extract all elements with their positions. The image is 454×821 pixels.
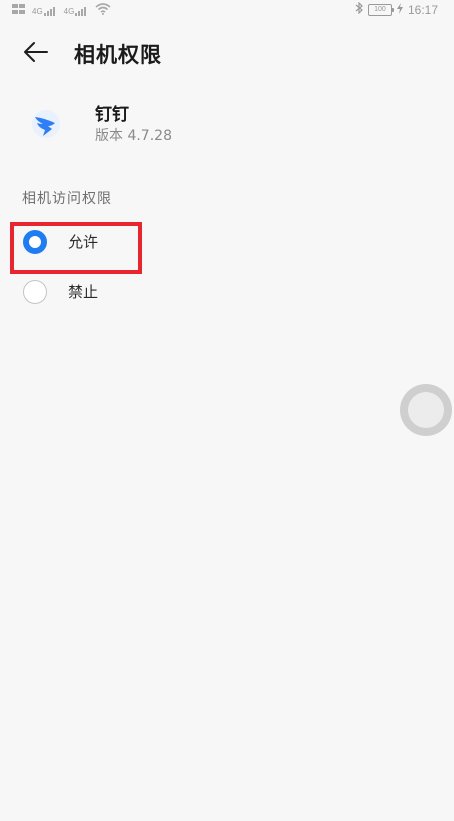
signal-icon-2: 4G <box>64 6 90 16</box>
back-button[interactable] <box>20 38 52 70</box>
page-title: 相机权限 <box>74 43 162 67</box>
status-time: 16:17 <box>407 2 438 17</box>
app-name: 钉钉 <box>95 105 129 125</box>
section-title: 相机访问权限 <box>22 191 112 207</box>
sim-icon <box>12 3 26 18</box>
status-bar: 4G 4G 100 16:17 <box>0 0 454 22</box>
app-info: 钉钉 版本 4.7.28 <box>0 94 454 154</box>
option-deny-label: 禁止 <box>68 283 99 301</box>
floating-ball[interactable] <box>400 384 452 436</box>
floating-ball-inner <box>408 392 444 428</box>
signal-label-2: 4G <box>63 6 75 16</box>
charging-icon <box>396 2 403 17</box>
status-left: 4G 4G <box>12 3 111 18</box>
wifi-icon <box>95 3 111 18</box>
screen: 4G 4G 100 16:17 相机权限 钉钉 版本 4.7.28 相机访问权限… <box>0 0 454 821</box>
dingtalk-logo-icon <box>26 104 66 144</box>
signal-icon: 4G <box>32 6 58 16</box>
radio-deny[interactable] <box>23 280 47 304</box>
battery-icon: 100 <box>367 3 394 16</box>
status-right: 100 16:17 <box>355 1 438 17</box>
back-arrow-icon <box>23 41 49 67</box>
highlight-box <box>10 222 142 274</box>
app-version: 版本 4.7.28 <box>95 128 172 144</box>
bluetooth-icon <box>355 1 363 17</box>
header: 相机权限 <box>0 30 454 78</box>
option-deny[interactable]: 禁止 <box>0 268 454 316</box>
signal-label-1: 4G <box>32 6 43 16</box>
